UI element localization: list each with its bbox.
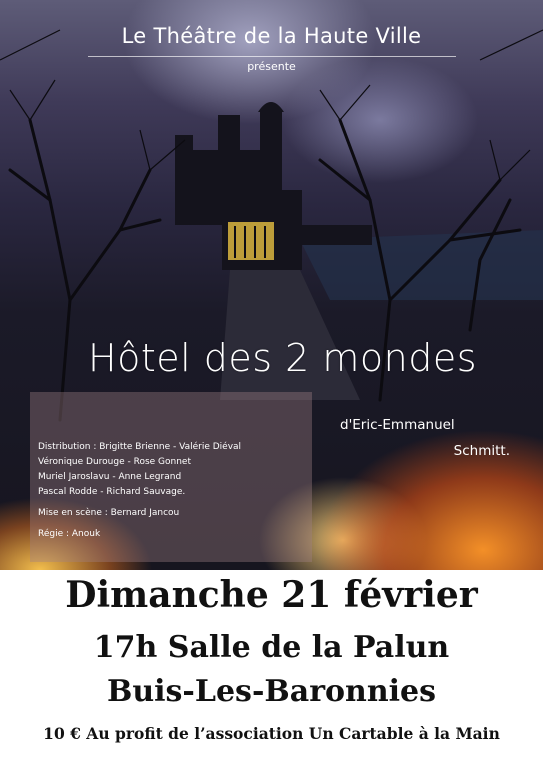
- cast-line-3: Muriel Jaroslavu - Anne Legrand: [38, 472, 182, 482]
- event-town: Buis-Les-Baronnies: [106, 674, 437, 709]
- event-date: Dimanche 21 février: [65, 574, 478, 616]
- stage-credit: Régie : Anouk: [38, 529, 101, 539]
- theatre-name: Le Théâtre de la Haute Ville: [121, 24, 422, 48]
- event-venue: 17h Salle de la Palun: [93, 630, 450, 665]
- author-block: d'Eric-Emmanuel Schmitt.: [340, 412, 530, 464]
- poster: Le Théâtre de la Haute Ville présente Hô…: [0, 0, 543, 768]
- cast-line-2: Véronique Durouge - Rose Gonnet: [38, 457, 191, 467]
- poster-artwork: Le Théâtre de la Haute Ville présente Hô…: [0, 0, 543, 570]
- title-divider: [88, 56, 456, 57]
- direction-credit: Mise en scène : Bernard Jancou: [38, 508, 180, 518]
- play-title: Hôtel des 2 mondes: [88, 336, 478, 380]
- cast-list: Distribution : Brigitte Brienne - Valéri…: [38, 440, 241, 542]
- cast-line-1: Distribution : Brigitte Brienne - Valéri…: [38, 442, 242, 452]
- author-line-1: d'Eric-Emmanuel: [340, 417, 455, 433]
- author-line-2: Schmitt.: [453, 443, 510, 459]
- cast-line-4: Pascal Rodde - Richard Sauvage.: [38, 487, 186, 497]
- event-info: Dimanche 21 février 17h Salle de la Palu…: [0, 570, 543, 768]
- presents-label: présente: [247, 60, 296, 73]
- event-price: 10 € Au profit de l’association Un Carta…: [43, 724, 500, 743]
